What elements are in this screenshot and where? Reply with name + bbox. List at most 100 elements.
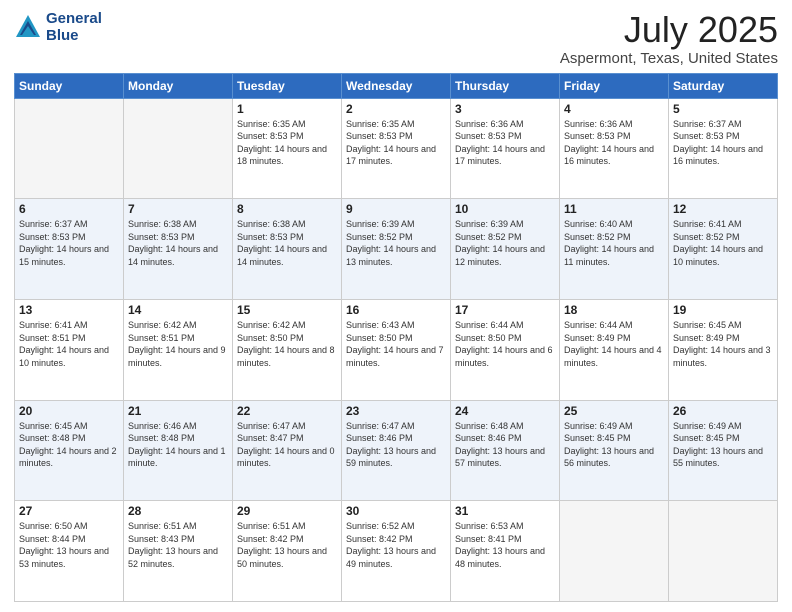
day-info: Sunrise: 6:52 AMSunset: 8:42 PMDaylight:… bbox=[346, 520, 446, 570]
day-info: Sunrise: 6:47 AMSunset: 8:47 PMDaylight:… bbox=[237, 420, 337, 470]
day-number: 23 bbox=[346, 404, 446, 418]
day-info: Sunrise: 6:43 AMSunset: 8:50 PMDaylight:… bbox=[346, 319, 446, 369]
col-saturday: Saturday bbox=[669, 73, 778, 98]
table-row: 23Sunrise: 6:47 AMSunset: 8:46 PMDayligh… bbox=[342, 400, 451, 501]
day-info: Sunrise: 6:42 AMSunset: 8:50 PMDaylight:… bbox=[237, 319, 337, 369]
table-row: 12 Sunrise: 6:41 AMSunset: 8:52 PMDayligh… bbox=[669, 199, 778, 300]
table-row: 22 Sunrise: 6:47 AMSunset: 8:47 PMDayligh… bbox=[233, 400, 342, 501]
day-number: 29 bbox=[237, 504, 337, 518]
day-info: Sunrise: 6:39 AMSunset: 8:52 PMDaylight:… bbox=[346, 218, 446, 268]
col-thursday: Thursday bbox=[451, 73, 560, 98]
table-row: 21Sunrise: 6:46 AMSunset: 8:48 PMDayligh… bbox=[124, 400, 233, 501]
logo-line1: General bbox=[46, 10, 102, 27]
day-number: 27 bbox=[19, 504, 119, 518]
table-row: 29 Sunrise: 6:51 AMSunset: 8:42 PMDayligh… bbox=[233, 501, 342, 602]
day-number: 8 bbox=[237, 202, 337, 216]
day-info: Sunrise: 6:37 AMSunset: 8:53 PMDaylight:… bbox=[19, 218, 119, 268]
logo: General Blue bbox=[14, 10, 102, 45]
logo-icon bbox=[14, 13, 42, 41]
day-info: Sunrise: 6:35 AMSunset: 8:53 PMDaylight:… bbox=[346, 118, 446, 168]
day-info: Sunrise: 6:53 AMSunset: 8:41 PMDaylight:… bbox=[455, 520, 555, 570]
day-number: 20 bbox=[19, 404, 119, 418]
day-info: Sunrise: 6:51 AMSunset: 8:42 PMDaylight:… bbox=[237, 520, 337, 570]
day-number: 2 bbox=[346, 102, 446, 116]
table-row: 20 Sunrise: 6:45 AMSunset: 8:48 PMDayligh… bbox=[15, 400, 124, 501]
day-info: Sunrise: 6:41 AMSunset: 8:52 PMDaylight:… bbox=[673, 218, 773, 268]
day-info: Sunrise: 6:39 AMSunset: 8:52 PMDaylight:… bbox=[455, 218, 555, 268]
table-row: 6 Sunrise: 6:37 AMSunset: 8:53 PMDaylight… bbox=[15, 199, 124, 300]
day-info: Sunrise: 6:50 AMSunset: 8:44 PMDaylight:… bbox=[19, 520, 119, 570]
day-number: 17 bbox=[455, 303, 555, 317]
table-row: 5Sunrise: 6:37 AMSunset: 8:53 PMDaylight… bbox=[669, 98, 778, 199]
table-row: 13 Sunrise: 6:41 AMSunset: 8:51 PMDayligh… bbox=[15, 299, 124, 400]
title-block: July 2025 Aspermont, Texas, United State… bbox=[560, 10, 778, 67]
day-number: 15 bbox=[237, 303, 337, 317]
calendar-row: 27 Sunrise: 6:50 AMSunset: 8:44 PMDayligh… bbox=[15, 501, 778, 602]
table-row: 25 Sunrise: 6:49 AMSunset: 8:45 PMDayligh… bbox=[560, 400, 669, 501]
day-info: Sunrise: 6:38 AMSunset: 8:53 PMDaylight:… bbox=[128, 218, 228, 268]
day-number: 26 bbox=[673, 404, 773, 418]
table-row: 24 Sunrise: 6:48 AMSunset: 8:46 PMDayligh… bbox=[451, 400, 560, 501]
day-number: 4 bbox=[564, 102, 664, 116]
day-number: 30 bbox=[346, 504, 446, 518]
day-info: Sunrise: 6:48 AMSunset: 8:46 PMDaylight:… bbox=[455, 420, 555, 470]
day-info: Sunrise: 6:38 AMSunset: 8:53 PMDaylight:… bbox=[237, 218, 337, 268]
day-number: 12 bbox=[673, 202, 773, 216]
table-row: 10 Sunrise: 6:39 AMSunset: 8:52 PMDayligh… bbox=[451, 199, 560, 300]
calendar-row: 13 Sunrise: 6:41 AMSunset: 8:51 PMDayligh… bbox=[15, 299, 778, 400]
day-number: 25 bbox=[564, 404, 664, 418]
day-info: Sunrise: 6:45 AMSunset: 8:49 PMDaylight:… bbox=[673, 319, 773, 369]
table-row bbox=[124, 98, 233, 199]
calendar-table: Sunday Monday Tuesday Wednesday Thursday… bbox=[14, 73, 778, 602]
day-info: Sunrise: 6:36 AMSunset: 8:53 PMDaylight:… bbox=[564, 118, 664, 168]
day-info: Sunrise: 6:36 AMSunset: 8:53 PMDaylight:… bbox=[455, 118, 555, 168]
col-friday: Friday bbox=[560, 73, 669, 98]
day-number: 22 bbox=[237, 404, 337, 418]
table-row: 7 Sunrise: 6:38 AMSunset: 8:53 PMDaylight… bbox=[124, 199, 233, 300]
calendar-row: 1Sunrise: 6:35 AMSunset: 8:53 PMDaylight… bbox=[15, 98, 778, 199]
day-number: 14 bbox=[128, 303, 228, 317]
table-row bbox=[560, 501, 669, 602]
day-info: Sunrise: 6:41 AMSunset: 8:51 PMDaylight:… bbox=[19, 319, 119, 369]
main-title: July 2025 bbox=[560, 10, 778, 50]
table-row: 28 Sunrise: 6:51 AMSunset: 8:43 PMDayligh… bbox=[124, 501, 233, 602]
table-row: 3 Sunrise: 6:36 AMSunset: 8:53 PMDaylight… bbox=[451, 98, 560, 199]
calendar-row: 6 Sunrise: 6:37 AMSunset: 8:53 PMDaylight… bbox=[15, 199, 778, 300]
day-number: 16 bbox=[346, 303, 446, 317]
day-number: 31 bbox=[455, 504, 555, 518]
day-number: 28 bbox=[128, 504, 228, 518]
table-row: 2 Sunrise: 6:35 AMSunset: 8:53 PMDaylight… bbox=[342, 98, 451, 199]
day-info: Sunrise: 6:51 AMSunset: 8:43 PMDaylight:… bbox=[128, 520, 228, 570]
table-row bbox=[669, 501, 778, 602]
day-number: 24 bbox=[455, 404, 555, 418]
calendar-row: 20 Sunrise: 6:45 AMSunset: 8:48 PMDayligh… bbox=[15, 400, 778, 501]
table-row: 27 Sunrise: 6:50 AMSunset: 8:44 PMDayligh… bbox=[15, 501, 124, 602]
table-row: 14 Sunrise: 6:42 AMSunset: 8:51 PMDayligh… bbox=[124, 299, 233, 400]
day-info: Sunrise: 6:42 AMSunset: 8:51 PMDaylight:… bbox=[128, 319, 228, 369]
col-wednesday: Wednesday bbox=[342, 73, 451, 98]
table-row: 4 Sunrise: 6:36 AMSunset: 8:53 PMDaylight… bbox=[560, 98, 669, 199]
col-tuesday: Tuesday bbox=[233, 73, 342, 98]
day-info: Sunrise: 6:49 AMSunset: 8:45 PMDaylight:… bbox=[673, 420, 773, 470]
day-info: Sunrise: 6:40 AMSunset: 8:52 PMDaylight:… bbox=[564, 218, 664, 268]
day-number: 11 bbox=[564, 202, 664, 216]
header: General Blue July 2025 Aspermont, Texas,… bbox=[14, 10, 778, 67]
day-info: Sunrise: 6:46 AMSunset: 8:48 PMDaylight:… bbox=[128, 420, 228, 470]
day-info: Sunrise: 6:37 AMSunset: 8:53 PMDaylight:… bbox=[673, 118, 773, 168]
day-info: Sunrise: 6:35 AMSunset: 8:53 PMDaylight:… bbox=[237, 118, 337, 168]
day-info: Sunrise: 6:45 AMSunset: 8:48 PMDaylight:… bbox=[19, 420, 119, 470]
table-row: 9Sunrise: 6:39 AMSunset: 8:52 PMDaylight… bbox=[342, 199, 451, 300]
table-row bbox=[15, 98, 124, 199]
subtitle: Aspermont, Texas, United States bbox=[560, 50, 778, 67]
day-number: 10 bbox=[455, 202, 555, 216]
day-number: 3 bbox=[455, 102, 555, 116]
day-number: 7 bbox=[128, 202, 228, 216]
day-info: Sunrise: 6:44 AMSunset: 8:50 PMDaylight:… bbox=[455, 319, 555, 369]
table-row: 19Sunrise: 6:45 AMSunset: 8:49 PMDayligh… bbox=[669, 299, 778, 400]
table-row: 30 Sunrise: 6:52 AMSunset: 8:42 PMDayligh… bbox=[342, 501, 451, 602]
table-row: 26 Sunrise: 6:49 AMSunset: 8:45 PMDayligh… bbox=[669, 400, 778, 501]
day-number: 6 bbox=[19, 202, 119, 216]
day-info: Sunrise: 6:49 AMSunset: 8:45 PMDaylight:… bbox=[564, 420, 664, 470]
day-number: 13 bbox=[19, 303, 119, 317]
table-row: 11 Sunrise: 6:40 AMSunset: 8:52 PMDayligh… bbox=[560, 199, 669, 300]
